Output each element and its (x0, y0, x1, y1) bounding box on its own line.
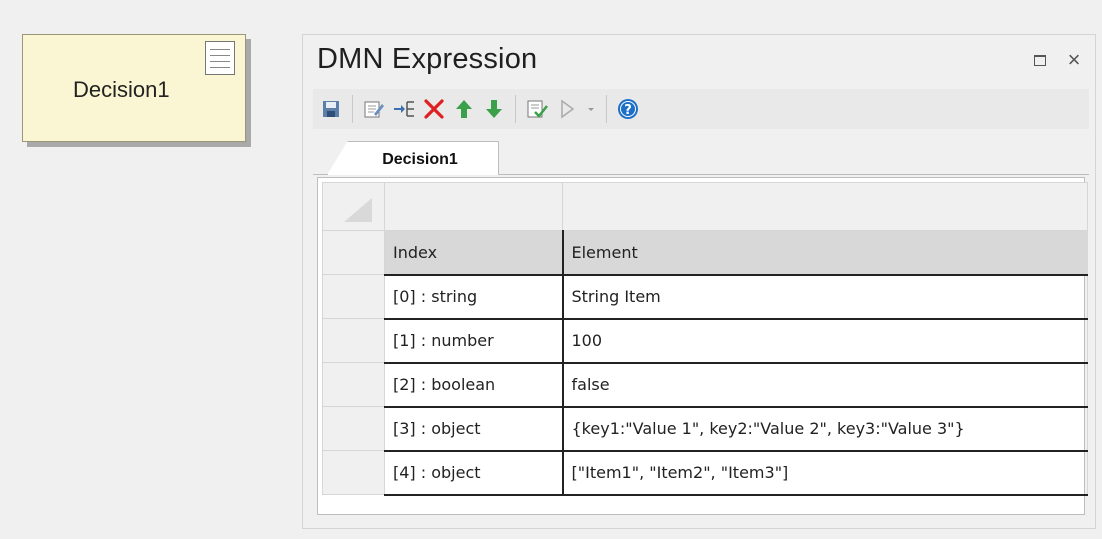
table-row: [4] : object ["Item1", "Item2", "Item3"] (322, 450, 1088, 496)
save-icon (323, 101, 339, 117)
element-cell[interactable]: ["Item1", "Item2", "Item3"] (562, 450, 1088, 496)
index-cell[interactable]: [2] : boolean (384, 362, 564, 408)
row-header[interactable] (322, 274, 385, 319)
edit-icon (364, 101, 384, 118)
row-header[interactable] (322, 450, 385, 495)
element-cell[interactable]: false (562, 362, 1088, 408)
element-cell[interactable]: {key1:"Value 1", key2:"Value 2", key3:"V… (562, 406, 1088, 452)
index-cell[interactable]: [0] : string (384, 274, 564, 320)
header-blank (562, 182, 1088, 231)
element-cell[interactable]: String Item (562, 274, 1088, 320)
decision-table-icon (205, 41, 235, 75)
table-row: [0] : string String Item (322, 274, 1088, 320)
move-down-button[interactable] (480, 94, 508, 124)
toolbar-separator (515, 95, 516, 123)
edit-button[interactable] (360, 94, 388, 124)
run-button[interactable] (553, 94, 581, 124)
index-cell[interactable]: [1] : number (384, 318, 564, 364)
table-row: [2] : boolean false (322, 362, 1088, 408)
tab-decision1[interactable]: Decision1 (327, 141, 499, 175)
delete-icon (424, 99, 444, 119)
header-blank (384, 182, 563, 231)
delete-button[interactable] (420, 94, 448, 124)
maximize-icon (1034, 55, 1046, 66)
close-icon: × (1067, 47, 1081, 72)
column-header-index[interactable]: Index (384, 230, 564, 276)
tab-strip: Decision1 (313, 139, 1089, 175)
element-cell[interactable]: 100 (562, 318, 1088, 364)
dmn-expression-panel: DMN Expression × ? Decision1 Index Eleme… (302, 34, 1096, 529)
toolbar: ? (313, 89, 1089, 129)
close-button[interactable]: × (1063, 49, 1085, 71)
table-row: [1] : number 100 (322, 318, 1088, 364)
column-header-element[interactable]: Element (562, 230, 1088, 276)
run-dropdown-button[interactable] (583, 94, 599, 124)
validate-button[interactable] (523, 94, 551, 124)
toolbar-separator (606, 95, 607, 123)
row-header[interactable] (322, 230, 385, 275)
index-cell[interactable]: [3] : object (384, 406, 564, 452)
row-header[interactable] (322, 318, 385, 363)
save-button[interactable] (317, 94, 345, 124)
toolbar-separator (352, 95, 353, 123)
decision-label: Decision1 (73, 77, 170, 102)
run-icon (561, 99, 575, 119)
insert-button[interactable] (390, 94, 418, 124)
move-up-button[interactable] (450, 94, 478, 124)
validate-icon (527, 100, 548, 118)
move-up-icon (456, 100, 472, 118)
expression-grid: Index Element [0] : string String Item [… (317, 177, 1088, 515)
table-row: [3] : object {key1:"Value 1", key2:"Valu… (322, 406, 1088, 452)
corner-triangle (344, 198, 372, 222)
move-down-icon (486, 100, 502, 118)
maximize-button[interactable] (1029, 49, 1051, 71)
decision-element[interactable]: Decision1 (22, 34, 246, 142)
index-cell[interactable]: [4] : object (384, 450, 564, 496)
help-icon: ? (618, 99, 638, 119)
help-button[interactable]: ? (614, 94, 642, 124)
panel-title: DMN Expression (317, 43, 538, 75)
grid-corner[interactable] (322, 182, 385, 231)
dropdown-icon (588, 108, 594, 111)
insert-icon (394, 101, 414, 117)
expression-table: Index Element [0] : string String Item [… (322, 182, 1088, 496)
row-header[interactable] (322, 406, 385, 451)
row-header[interactable] (322, 362, 385, 407)
svg-text:?: ? (624, 103, 632, 118)
